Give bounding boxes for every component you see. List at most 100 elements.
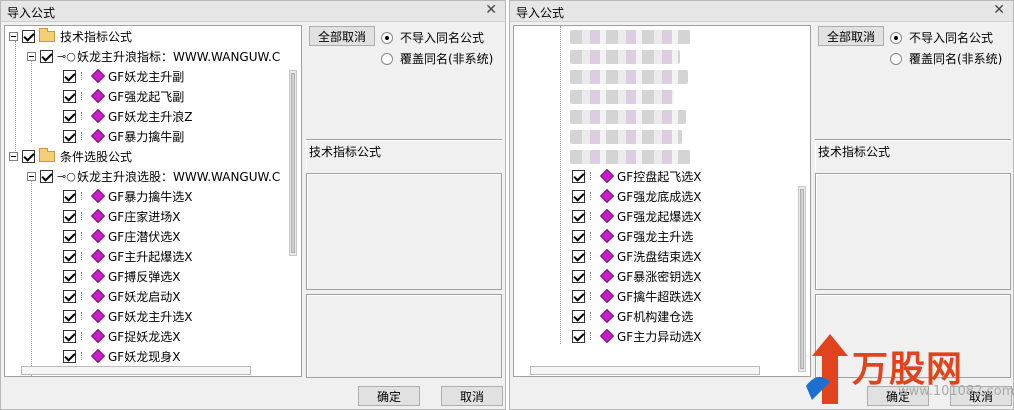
radio-button[interactable]	[381, 52, 393, 65]
tree-item-label: GF捉妖龙选X	[108, 329, 181, 344]
tree-line	[590, 272, 596, 280]
vertical-scrollbar[interactable]	[289, 70, 297, 256]
tree-item[interactable]: GF强龙起爆选X	[572, 206, 701, 226]
tree-item[interactable]: GF捉妖龙选X	[63, 326, 180, 346]
tree-line	[15, 41, 16, 153]
radio-button[interactable]	[890, 52, 902, 65]
redacted-tree-item	[570, 50, 680, 64]
checkbox[interactable]	[40, 49, 53, 63]
checkbox[interactable]	[63, 129, 76, 143]
tree-item[interactable]: GF暴涨密钥选X	[572, 266, 701, 286]
tree-item[interactable]: GF妖龙现身X	[63, 346, 180, 366]
checkbox[interactable]	[63, 329, 76, 343]
option-label: 不导入同名公式	[909, 31, 994, 45]
checkbox[interactable]	[572, 269, 585, 283]
collapse-icon[interactable]	[9, 31, 18, 41]
checkbox[interactable]	[63, 309, 76, 323]
collapse-icon[interactable]	[9, 151, 18, 161]
tree-item-label: GF强龙起飞副	[108, 89, 185, 104]
formula-gem-icon	[599, 208, 615, 224]
tree-item[interactable]: GF庄家进场X	[63, 206, 180, 226]
horizontal-scrollbar[interactable]	[21, 366, 251, 375]
option-no-import[interactable]: 不导入同名公式	[890, 29, 993, 46]
checkbox[interactable]	[63, 89, 76, 103]
tree-line	[81, 292, 87, 300]
cancel-button[interactable]: 取消	[441, 386, 503, 406]
checkbox[interactable]	[572, 189, 585, 203]
ok-button[interactable]: 确定	[358, 386, 420, 406]
formula-tree[interactable]: GF控盘起飞选X GF强龙底成选X GF强龙起爆选X GF强龙主升选 GF洗盘结…	[513, 25, 811, 377]
checkbox[interactable]	[63, 109, 76, 123]
option-overwrite[interactable]: 覆盖同名(非系统)	[890, 50, 1002, 67]
tree-item[interactable]: GF妖龙主升副	[63, 66, 184, 86]
formula-gem-icon	[90, 68, 106, 84]
key-icon: ⊸○	[57, 169, 76, 183]
tree-item-label: GF妖龙主升浪Z	[108, 109, 193, 124]
tree-item[interactable]: GF搏反弹选X	[63, 266, 180, 286]
radio-button[interactable]	[381, 31, 393, 44]
formula-gem-icon	[90, 228, 106, 244]
deselect-all-button[interactable]: 全部取消	[309, 26, 375, 46]
tree-item[interactable]: GF庄潜伏选X	[63, 226, 180, 246]
formula-tree[interactable]: 技术指标公式 ⊸○ 妖龙主升浪指标：WWW.WANGUW.C GF妖龙主升副 G…	[4, 25, 302, 377]
tree-item[interactable]: GF主力异动选X	[572, 326, 701, 346]
tree-line	[31, 176, 32, 376]
tree-line	[81, 272, 87, 280]
checkbox[interactable]	[22, 149, 35, 163]
checkbox[interactable]	[63, 189, 76, 203]
checkbox[interactable]	[63, 289, 76, 303]
formula-gem-icon	[90, 208, 106, 224]
option-no-import[interactable]: 不导入同名公式	[381, 29, 484, 46]
tree-item[interactable]: GF强龙底成选X	[572, 186, 701, 206]
checkbox[interactable]	[22, 29, 35, 43]
deselect-all-button[interactable]: 全部取消	[818, 26, 884, 46]
logo-arrow-icon	[806, 334, 848, 404]
checkbox[interactable]	[572, 169, 585, 183]
radio-button[interactable]	[890, 31, 902, 44]
checkbox[interactable]	[63, 209, 76, 223]
tree-item[interactable]: GF洗盘结束选X	[572, 246, 701, 266]
close-icon[interactable]: ✕	[485, 2, 497, 18]
scrollbar-thumb[interactable]	[291, 73, 295, 253]
close-icon[interactable]: ✕	[993, 2, 1005, 18]
checkbox[interactable]	[572, 289, 585, 303]
checkbox[interactable]	[63, 349, 76, 363]
tree-item[interactable]: GF主升起爆选X	[63, 246, 192, 266]
tree-line	[81, 212, 87, 220]
checkbox[interactable]	[572, 209, 585, 223]
tree-item[interactable]: GF妖龙主升浪Z	[63, 106, 192, 126]
tree-item[interactable]: GF机构建仓选	[572, 306, 693, 326]
checkbox[interactable]	[63, 229, 76, 243]
formula-gem-icon	[90, 108, 106, 124]
formula-gem-icon	[90, 248, 106, 264]
tree-line	[590, 232, 596, 240]
tree-item[interactable]: GF暴力擒牛副	[63, 126, 184, 146]
tree-item[interactable]: GF暴力擒牛选X	[63, 186, 192, 206]
tree-item[interactable]: GF妖龙启动X	[63, 286, 180, 306]
tree-item[interactable]: GF强龙起飞副	[63, 86, 184, 106]
formula-description-panel	[815, 173, 1011, 290]
checkbox[interactable]	[63, 269, 76, 283]
section-label: 技术指标公式	[309, 145, 382, 159]
tree-node-selection-parent[interactable]: ⊸○ 妖龙主升浪选股：WWW.WANGUW.C	[27, 166, 280, 186]
tree-node-stock-selection[interactable]: 条件选股公式	[9, 146, 132, 166]
checkbox[interactable]	[63, 69, 76, 83]
tree-item[interactable]: GF强龙主升选	[572, 226, 693, 246]
tree-item-label: GF搏反弹选X	[108, 269, 181, 284]
collapse-icon[interactable]	[27, 171, 36, 181]
checkbox[interactable]	[572, 309, 585, 323]
checkbox[interactable]	[63, 249, 76, 263]
tree-node-technical[interactable]: 技术指标公式	[9, 26, 132, 46]
tree-item-label: GF妖龙主升选X	[108, 309, 193, 324]
horizontal-scrollbar[interactable]	[530, 366, 760, 375]
tree-item[interactable]: GF妖龙主升选X	[63, 306, 192, 326]
checkbox[interactable]	[572, 329, 585, 343]
option-overwrite[interactable]: 覆盖同名(非系统)	[381, 50, 493, 67]
checkbox[interactable]	[572, 249, 585, 263]
tree-item[interactable]: GF擒牛超跌选X	[572, 286, 701, 306]
tree-node-indicator-parent[interactable]: ⊸○ 妖龙主升浪指标：WWW.WANGUW.C	[27, 46, 280, 66]
checkbox[interactable]	[40, 169, 53, 183]
collapse-icon[interactable]	[27, 51, 36, 61]
checkbox[interactable]	[572, 229, 585, 243]
tree-item[interactable]: GF控盘起飞选X	[572, 166, 701, 186]
